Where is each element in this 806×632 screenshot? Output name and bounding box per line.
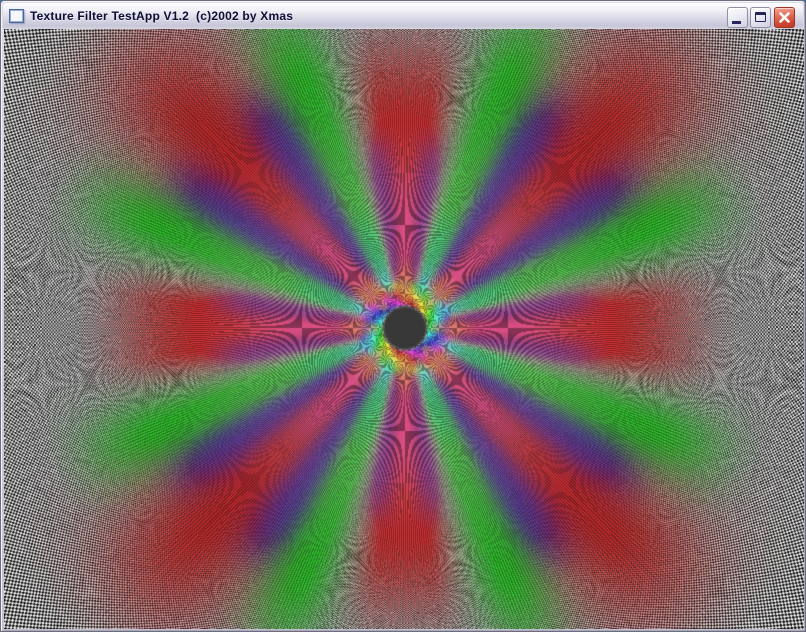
maximize-button[interactable] <box>750 7 771 28</box>
window-controls <box>727 7 795 28</box>
render-canvas <box>4 29 804 629</box>
minimize-button[interactable] <box>727 7 748 28</box>
app-icon <box>9 9 24 23</box>
close-button[interactable] <box>774 7 795 28</box>
close-icon <box>779 12 790 23</box>
window-title: Texture Filter TestApp V1.2 (c)2002 by X… <box>30 8 294 23</box>
maximize-icon <box>755 12 766 22</box>
app-window: Texture Filter TestApp V1.2 (c)2002 by X… <box>0 0 806 632</box>
minimize-icon <box>732 21 741 24</box>
title-bar[interactable]: Texture Filter TestApp V1.2 (c)2002 by X… <box>3 3 803 29</box>
